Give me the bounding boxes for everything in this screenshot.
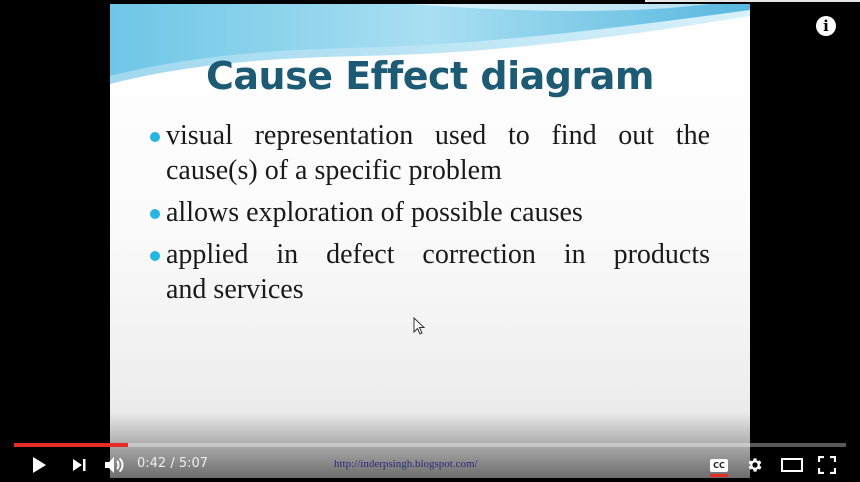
bullet-text: applied in defect correction in products [166,239,710,270]
controls-gradient [0,412,860,482]
bullet-text: cause(s) of a specific problem [166,155,502,186]
captions-button[interactable]: CC [708,454,730,476]
bullet-item: applied in defect correction in products… [150,237,710,307]
play-icon [33,457,46,473]
time-separator: / [166,456,179,471]
time-display: 0:42 / 5:07 [137,456,208,471]
duration: 5:07 [178,456,209,471]
top-strip [645,0,860,2]
captions-active-indicator [710,474,728,477]
volume-button[interactable] [102,454,128,476]
bullet-dot-icon [150,209,160,219]
info-icon[interactable]: i [816,16,836,36]
slide-title: Cause Effect diagram [206,54,654,98]
current-time: 0:42 [137,456,167,471]
theater-mode-icon [781,458,803,472]
cc-icon: CC [710,458,728,472]
bullet-text: visual representation used to find out t… [166,120,710,151]
volume-icon [105,457,124,473]
bullet-item: allows exploration of possible causes [150,195,710,230]
theater-mode-button[interactable] [780,454,804,476]
fullscreen-icon [818,456,836,474]
bullet-dot-icon [150,132,160,142]
next-button[interactable] [68,454,90,476]
bullet-list: visual representation used to find out t… [150,118,710,314]
mouse-cursor-icon [413,317,425,335]
slide-footer-url: http://inderpsingh.blogspot.com/ [334,458,478,470]
bullet-dot-icon [150,251,160,261]
slide-frame: Cause Effect diagram visual representati… [110,4,750,478]
bullet-item: visual representation used to find out t… [150,118,710,188]
fullscreen-button[interactable] [816,454,838,476]
progress-played [14,443,128,447]
play-button[interactable] [28,454,50,476]
settings-icon [748,458,762,472]
bullet-text: and services [166,274,304,305]
video-player[interactable]: Cause Effect diagram visual representati… [0,0,860,482]
next-icon [73,459,86,471]
settings-button[interactable] [744,454,766,476]
bullet-text: allows exploration of possible causes [166,197,583,228]
progress-bar[interactable] [14,443,846,447]
